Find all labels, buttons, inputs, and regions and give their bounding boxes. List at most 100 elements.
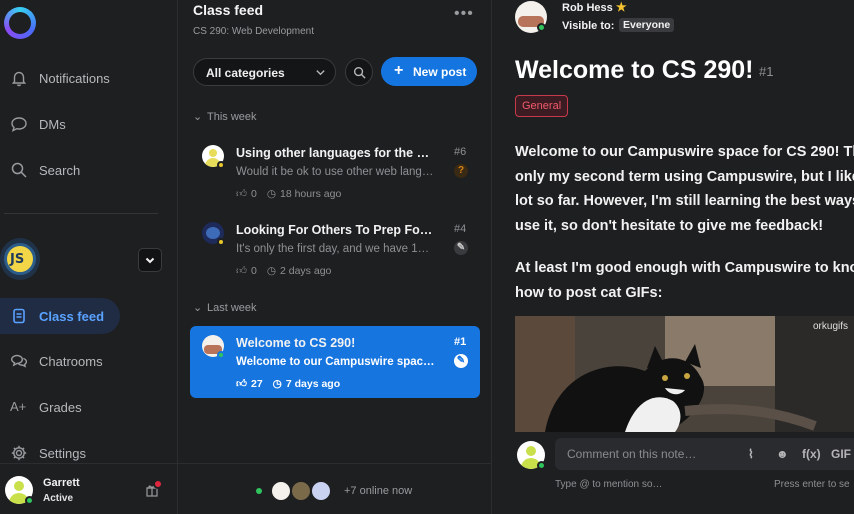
- course-dropdown-button[interactable]: [138, 248, 162, 272]
- thumbs-up-icon: 👍︎: [236, 378, 247, 390]
- user-status: Active: [43, 493, 74, 504]
- post-detail: Rob Hess ★ Visible to: Everyone Welcome …: [493, 0, 854, 514]
- avatar: [290, 480, 312, 502]
- post-number: #1: [454, 336, 467, 348]
- status-dot: [217, 238, 225, 246]
- gif-button[interactable]: GIF: [831, 447, 851, 461]
- status-dot: [217, 161, 225, 169]
- feed-search-button[interactable]: [345, 58, 373, 86]
- section-label: Last week: [207, 302, 257, 314]
- online-status-icon: [537, 461, 546, 470]
- section-this-week[interactable]: ⌄ This week: [193, 110, 257, 123]
- nav-item-class-feed[interactable]: Class feed: [0, 298, 120, 334]
- post-number: #6: [454, 146, 467, 158]
- like-count: 27: [250, 377, 263, 390]
- new-post-label: New post: [413, 65, 467, 79]
- like-count: 0: [250, 187, 257, 200]
- avatar: [310, 480, 332, 502]
- post-title: Welcome to CS 290!: [515, 56, 754, 84]
- post-number: #1: [759, 64, 774, 79]
- category-select[interactable]: All categories: [193, 58, 336, 86]
- chevron-down-icon: [316, 70, 325, 76]
- post-title: Welcome to CS 290!: [236, 336, 356, 350]
- avatar: [270, 480, 292, 502]
- chevron-down-icon: [145, 257, 155, 264]
- nav-item-grades[interactable]: A+ Grades: [0, 389, 178, 425]
- nav-label: Settings: [39, 446, 86, 461]
- nav-item-chatrooms[interactable]: Chatrooms: [0, 343, 178, 379]
- category-tag[interactable]: General: [515, 95, 569, 117]
- star-icon: ★: [615, 0, 627, 14]
- course-badge-text: JS: [10, 252, 25, 267]
- nav-item-dms[interactable]: DMs: [0, 106, 178, 142]
- nav-label: Search: [39, 163, 81, 178]
- cat-gif-image[interactable]: orkugifs: [515, 316, 854, 432]
- visibility-label: Visible to:: [562, 20, 615, 32]
- chevron-down-icon: ⌄: [193, 111, 203, 123]
- online-status-icon: [217, 351, 225, 359]
- post-list-item[interactable]: Using other languages for the as… Would …: [190, 136, 480, 208]
- nav-divider: [4, 213, 158, 214]
- search-icon: [353, 66, 366, 79]
- left-nav: Notifications DMs Search JS Class feed C…: [0, 0, 178, 514]
- chevron-down-icon: ⌄: [193, 302, 203, 314]
- chatrooms-icon: [10, 354, 28, 368]
- course-subtitle: CS 290: Web Development: [193, 26, 314, 37]
- nav-item-notifications[interactable]: Notifications: [0, 60, 178, 96]
- post-time: 7 days ago: [285, 377, 341, 390]
- current-user[interactable]: Garrett Active: [0, 463, 178, 514]
- category-select-value: All categories: [206, 66, 285, 80]
- post-paragraph: Welcome to our Campuswire space for CS 2…: [515, 144, 854, 234]
- post-number: #4: [454, 223, 467, 235]
- bell-icon: [11, 71, 27, 87]
- post-list-item-active[interactable]: Welcome to CS 290! Welcome to our Campus…: [190, 326, 480, 398]
- clock-icon: ◷: [266, 187, 276, 200]
- feed-icon: [13, 308, 25, 324]
- clock-icon: ◷: [272, 377, 282, 390]
- post-preview: It's only the first day, and we have 1…: [236, 243, 430, 255]
- nav-label: DMs: [39, 117, 66, 132]
- send-hint: Press enter to se: [774, 479, 850, 490]
- mention-hint: Type @ to mention so…: [555, 479, 663, 490]
- post-list-item[interactable]: Looking For Others To Prep For F… It's o…: [190, 213, 480, 285]
- online-users-bar[interactable]: +7 online now: [178, 463, 492, 514]
- more-options-icon[interactable]: •••: [454, 5, 474, 23]
- chat-bubble-icon: [11, 117, 27, 132]
- grades-icon: A+: [10, 399, 27, 414]
- question-icon: ?: [454, 164, 468, 178]
- new-post-button[interactable]: + New post: [381, 57, 477, 86]
- pencil-icon: ✎: [454, 241, 468, 255]
- author-name[interactable]: Rob Hess ★: [562, 0, 627, 14]
- clock-icon: ◷: [266, 264, 276, 277]
- post-paragraph: At least I'm good enough with Campuswire…: [515, 260, 854, 301]
- nav-label: Notifications: [39, 71, 110, 86]
- online-indicator-icon: [256, 488, 262, 494]
- search-icon: [11, 162, 27, 178]
- nav-label: Class feed: [39, 309, 105, 324]
- section-last-week[interactable]: ⌄ Last week: [193, 301, 257, 314]
- cat-gif-image: [515, 316, 854, 432]
- post-stats: 👍︎ 0 ◷ 18 hours ago: [236, 187, 341, 201]
- visibility-value: Everyone: [619, 18, 675, 32]
- emoji-icon[interactable]: ☻: [776, 447, 789, 461]
- pencil-icon: ✎: [454, 354, 468, 368]
- page-title: Class feed: [193, 2, 264, 18]
- notification-badge: [153, 479, 163, 489]
- campuswire-logo-icon[interactable]: [4, 7, 36, 39]
- nav-label: Chatrooms: [39, 354, 103, 369]
- post-time: 2 days ago: [280, 264, 332, 277]
- post-title: Looking For Others To Prep For F…: [236, 223, 436, 237]
- class-feed-panel: Class feed CS 290: Web Development ••• A…: [178, 0, 492, 514]
- nav-item-search[interactable]: Search: [0, 152, 178, 188]
- like-count: 0: [250, 264, 257, 277]
- post-preview: Welcome to our Campuswire space …: [236, 356, 436, 368]
- online-status-icon: [537, 23, 546, 32]
- post-stats: 👍︎ 27 ◷ 7 days ago: [236, 377, 341, 391]
- thumbs-up-icon: 👍︎: [236, 188, 247, 200]
- online-count: +7 online now: [344, 485, 413, 497]
- user-name: Garrett: [43, 477, 80, 489]
- post-title: Using other languages for the as…: [236, 146, 436, 160]
- course-avatar[interactable]: JS: [0, 238, 40, 280]
- paperclip-icon[interactable]: ⌇: [748, 447, 754, 461]
- formula-button[interactable]: f(x): [802, 447, 821, 461]
